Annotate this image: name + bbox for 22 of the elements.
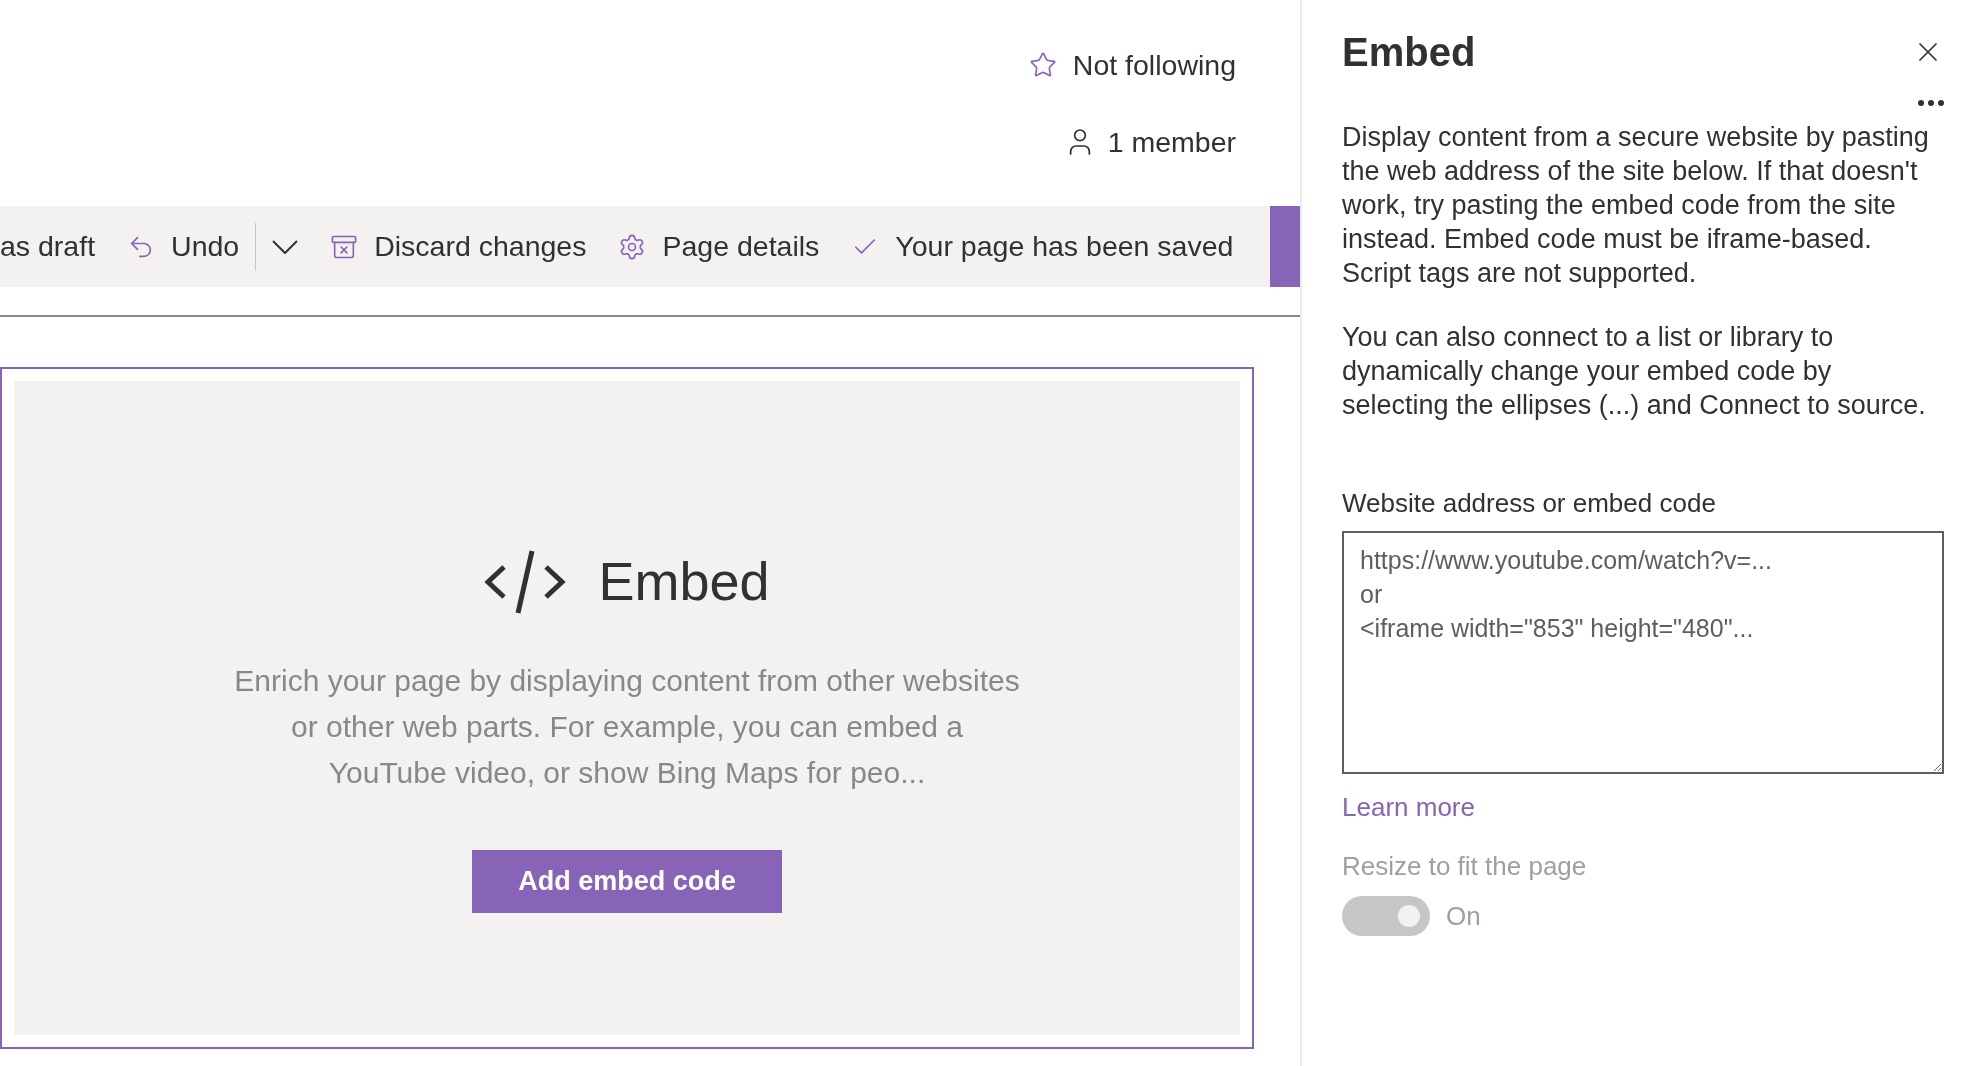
toggle-state: On: [1446, 899, 1481, 933]
code-icon: [484, 548, 567, 615]
members-button[interactable]: 1 member: [1063, 120, 1236, 164]
undo-button[interactable]: Undo: [111, 206, 256, 287]
more-options-button[interactable]: [1918, 100, 1944, 106]
panel-description: You can also connect to a list or library to dynamically change your embed code by selecting the ellipses (...) and Connect to source.: [1342, 321, 1927, 422]
learn-more-link[interactable]: Learn more: [1342, 788, 1475, 827]
chevron-icon: [272, 239, 299, 254]
add-embed-code-button[interactable]: Add embed code: [472, 850, 782, 913]
web-part-description: Enrich your page by displaying content from other websites or other web parts. For example, you can embed a YouTube video, or show Bing Maps for peo...: [233, 663, 1021, 791]
page-details-button[interactable]: Page details: [602, 206, 836, 287]
embed-code-field[interactable]: https://www.youtube.com/watch?v=... or <iframe width="853" height="480"...: [1342, 531, 1944, 774]
follow-button[interactable]: Not following: [1028, 44, 1236, 87]
panel-title: Embed: [1342, 29, 1476, 76]
toggle-label: Resize to fit the page: [1342, 850, 1588, 883]
field-label: Website address or embed code: [1342, 487, 1717, 520]
more-icon: [1918, 100, 1944, 106]
panel-description: Display content from a secure website by pasting the web address of the site below. If that doesn't work, try pasting the embed code from the site instead. Embed code must be iframe-based. Script tags are not supported.: [1342, 121, 1930, 290]
web-part-title: Embed: [598, 550, 770, 613]
save-as-draft-button[interactable]: as draft: [0, 225, 112, 268]
saved-status: Your page has been saved: [895, 229, 1234, 265]
discard-changes-button[interactable]: Discard changes: [314, 206, 603, 287]
